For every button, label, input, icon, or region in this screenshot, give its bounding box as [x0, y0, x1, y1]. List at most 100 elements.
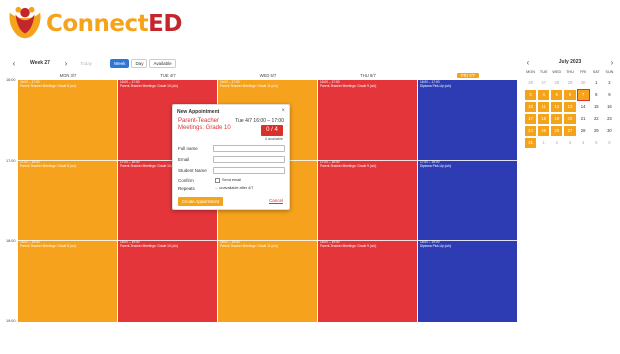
day-header-wed[interactable]: WED 5/7: [218, 72, 318, 80]
event-slot[interactable]: 18:00 – 19:00 Diploma Pick-Up (o/o): [420, 240, 515, 249]
time-label: 17:00: [6, 159, 16, 163]
repeats-text: ... unavailable after 4/7: [215, 186, 254, 190]
date-cell[interactable]: 2: [604, 78, 615, 88]
week-label: Week 27: [30, 60, 50, 66]
date-cell[interactable]: 8: [591, 90, 602, 100]
next-month-button[interactable]: ›: [608, 58, 616, 67]
date-cell[interactable]: 4: [578, 138, 589, 148]
event-slot[interactable]: 16:00 – 17:00 Parent-Teacher Meetings: Gr…: [120, 80, 215, 89]
event-slot[interactable]: 17:00 – 18:00Parent-Teacher Meetings: Gr…: [20, 160, 115, 169]
date-cell[interactable]: 29: [564, 78, 575, 88]
send-email-label: Send email: [222, 178, 241, 182]
date-cell[interactable]: 26: [551, 126, 563, 136]
date-cell[interactable]: 15: [591, 102, 602, 112]
next-week-button[interactable]: ›: [60, 59, 72, 68]
date-cell[interactable]: 2: [551, 138, 562, 148]
date-cell[interactable]: 30: [604, 126, 615, 136]
date-cell[interactable]: 28: [551, 78, 562, 88]
date-cell[interactable]: 6: [564, 90, 576, 100]
date-cell[interactable]: 4: [538, 90, 550, 100]
date-cell[interactable]: 27: [538, 78, 549, 88]
new-appointment-dialog: New Appointment × Parent-Teacher Meeting…: [172, 104, 290, 210]
send-email-checkbox[interactable]: [215, 178, 220, 183]
app-logo[interactable]: ConnectED: [6, 4, 182, 44]
event-slot[interactable]: 16:00 – 17:00 Parent-Teacher Meetings: Gr…: [320, 80, 415, 89]
close-icon[interactable]: ×: [281, 108, 285, 114]
create-appointment-button[interactable]: Create Appointment: [178, 197, 224, 206]
booking-count-badge: 0 / 4: [261, 125, 283, 136]
event-slot[interactable]: 18:00 – 19:00 Parent-Teacher Meetings: Gr…: [320, 240, 415, 249]
day-column-mon: 16:00 – 17:00 Parent-Teacher Meetings: Gr…: [18, 80, 118, 322]
date-cell[interactable]: 17: [525, 114, 537, 124]
week-view-button[interactable]: Week: [110, 58, 130, 68]
date-cell[interactable]: 29: [591, 126, 602, 136]
day-column-thu: 16:00 – 17:00 Parent-Teacher Meetings: Gr…: [318, 80, 418, 322]
date-cell[interactable]: 21: [578, 114, 589, 124]
date-cell[interactable]: 27: [564, 126, 576, 136]
availability-text: 4 available: [264, 137, 283, 141]
date-cell[interactable]: 5: [551, 90, 563, 100]
date-cell[interactable]: 18: [538, 114, 550, 124]
week-row: 10 11 12 13 14 15 16: [524, 102, 616, 112]
week-row: 31 1 2 3 4 5 6: [524, 138, 616, 148]
event-slot[interactable]: 16:00 – 17:00 Parent-Teacher Meetings: Gr…: [20, 80, 115, 89]
time-label: 19:00: [6, 319, 16, 323]
day-header-tue[interactable]: TUE 4/7: [118, 72, 218, 80]
date-cell[interactable]: 25: [538, 126, 550, 136]
date-cell[interactable]: 10: [525, 102, 537, 112]
date-cell[interactable]: 31: [525, 138, 537, 148]
event-slot[interactable]: 17:00 – 18:00 Diploma Pick-Up (o/o): [420, 160, 515, 169]
date-cell[interactable]: 23: [604, 114, 615, 124]
event-slot[interactable]: 18:00 – 19:00 Parent-Teacher Meetings: Gr…: [220, 240, 315, 249]
event-slot[interactable]: 16:00 – 17:00 Diploma Pick-Up (o/o): [420, 80, 515, 89]
full-name-input[interactable]: [213, 145, 285, 152]
date-cell[interactable]: 1: [591, 78, 602, 88]
email-input[interactable]: [213, 156, 285, 163]
logo-icon: [9, 6, 41, 39]
day-column-fri: 16:00 – 17:00 Diploma Pick-Up (o/o) 17:00…: [418, 80, 518, 322]
cancel-button[interactable]: Cancel: [269, 198, 283, 203]
today-button[interactable]: Today: [80, 61, 92, 66]
week-row: 24 25 26 27 28 29 30: [524, 126, 616, 136]
available-view-button[interactable]: Available: [149, 58, 176, 68]
prev-week-button[interactable]: ‹: [8, 59, 20, 68]
date-cell[interactable]: 1: [538, 138, 549, 148]
date-cell[interactable]: 13: [564, 102, 576, 112]
date-cell[interactable]: 11: [538, 102, 550, 112]
date-cell-today[interactable]: 7: [576, 89, 590, 101]
date-cell[interactable]: 24: [525, 126, 537, 136]
date-cell[interactable]: 14: [578, 102, 589, 112]
week-row: 26 27 28 29 30 1 2: [524, 78, 616, 88]
date-cell[interactable]: 30: [578, 78, 589, 88]
calendar-toolbar: ‹ Week 27 › Today Week Day Available: [8, 56, 178, 70]
event-slot[interactable]: 17:00 – 18:00Parent-Teacher Meetings: Gr…: [320, 160, 415, 169]
repeats-label: Repeats: [178, 186, 195, 191]
date-cell[interactable]: 28: [578, 126, 589, 136]
day-header-mon[interactable]: MON 3/7: [18, 72, 118, 80]
date-cell[interactable]: 20: [564, 114, 576, 124]
event-name: Parent-Teacher Meetings: Grade 10: [178, 118, 231, 131]
event-slot[interactable]: 18:00 – 19:00 Parent-Teacher Meetings: Gr…: [20, 240, 115, 249]
date-cell[interactable]: 3: [564, 138, 575, 148]
date-cell[interactable]: 12: [551, 102, 563, 112]
student-name-label: Student Name: [178, 168, 207, 173]
day-header-thu[interactable]: THU 6/7: [318, 72, 418, 80]
date-cell[interactable]: 22: [591, 114, 602, 124]
date-cell[interactable]: 9: [604, 90, 615, 100]
date-cell[interactable]: 19: [551, 114, 563, 124]
event-slot[interactable]: 18:00 – 19:00 Parent-Teacher Meetings: Gr…: [120, 240, 215, 249]
weekday-header: MON TUE WED THU FRI SAT SUN: [526, 70, 614, 74]
date-cell[interactable]: 16: [604, 102, 615, 112]
date-cell[interactable]: 26: [525, 78, 536, 88]
event-slot[interactable]: 16:00 – 17:00 Parent-Teacher Meetings: Gr…: [220, 80, 315, 89]
date-cell[interactable]: 5: [591, 138, 602, 148]
dialog-title: New Appointment: [177, 109, 220, 115]
date-cell[interactable]: 6: [604, 138, 615, 148]
time-label: 18:00: [6, 239, 16, 243]
day-view-button[interactable]: Day: [131, 58, 148, 68]
month-title: July 2023: [558, 59, 582, 65]
date-cell[interactable]: 3: [525, 90, 537, 100]
day-header-fri[interactable]: FRI 7/7: [418, 72, 518, 80]
prev-month-button[interactable]: ‹: [524, 58, 532, 67]
student-name-input[interactable]: [213, 167, 285, 174]
